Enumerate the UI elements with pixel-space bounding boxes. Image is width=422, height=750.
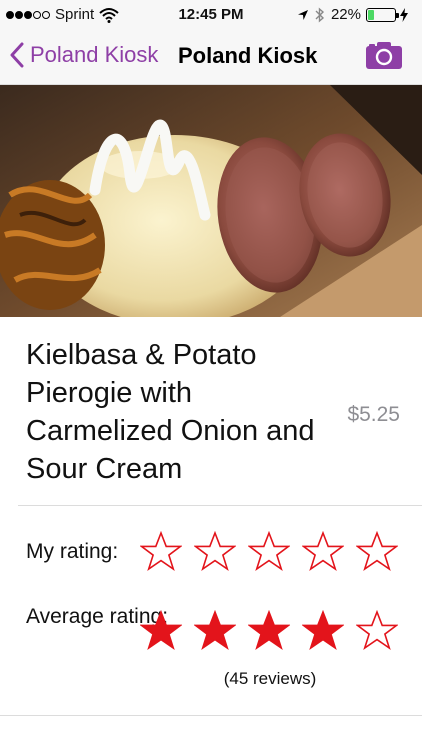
- item-name: Kielbasa & Potato Pierogie with Carmeliz…: [26, 339, 315, 485]
- star-filled-icon: [140, 610, 182, 650]
- chevron-left-icon: [10, 42, 24, 68]
- camera-icon[interactable]: [366, 41, 402, 69]
- charging-bolt-icon: [400, 7, 408, 22]
- wifi-icon: [99, 7, 119, 23]
- star-outline-icon[interactable]: [194, 531, 236, 573]
- status-left: Sprint: [6, 6, 119, 23]
- status-right: 22%: [297, 6, 414, 23]
- nav-bar: Poland Kiosk Poland Kiosk: [0, 30, 422, 85]
- back-button-label: Poland Kiosk: [30, 42, 159, 67]
- status-bar: Sprint 12:45 PM 22%: [0, 0, 422, 30]
- signal-dots-icon: [6, 10, 51, 19]
- battery-fill: [368, 9, 374, 20]
- page-title: Poland Kiosk: [178, 43, 318, 68]
- star-outline-icon[interactable]: [302, 531, 344, 573]
- battery-icon: [366, 7, 399, 22]
- average-rating-stars: [140, 610, 410, 652]
- divider: [0, 715, 422, 716]
- review-count: (45 reviews): [223, 669, 317, 688]
- battery-percent: 22%: [330, 6, 361, 23]
- my-rating-stars[interactable]: [140, 531, 410, 573]
- bluetooth-icon: [315, 6, 324, 23]
- star-filled-icon: [302, 610, 344, 650]
- star-outline-icon[interactable]: [248, 531, 290, 573]
- divider: [18, 505, 422, 506]
- star-outline-icon[interactable]: [140, 531, 182, 573]
- location-arrow-icon: [297, 9, 308, 20]
- star-outline-icon[interactable]: [356, 531, 398, 573]
- carrier-name: Sprint: [55, 6, 95, 23]
- food-photo: [0, 85, 422, 317]
- item-price: $5.25: [347, 403, 400, 426]
- back-button[interactable]: Poland Kiosk: [10, 42, 158, 68]
- star-filled-icon: [248, 610, 290, 650]
- star-filled-icon: [194, 610, 236, 650]
- star-outline-icon: [356, 610, 398, 650]
- my-rating-label: My rating:: [26, 540, 119, 563]
